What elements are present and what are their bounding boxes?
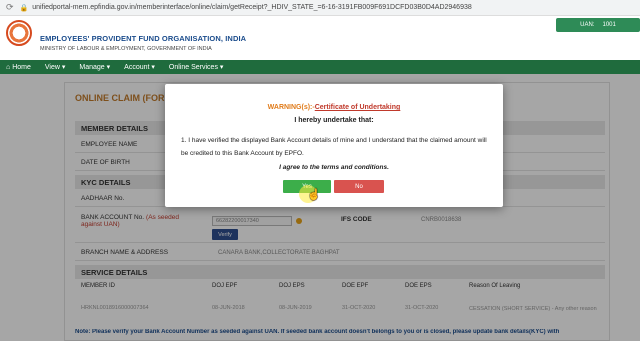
nav-home[interactable]: ⌂ Home (6, 64, 31, 71)
certificate-link: Certificate of Undertaking (314, 104, 401, 111)
no-button[interactable]: No (334, 180, 384, 193)
uan-label: UAN: (580, 22, 595, 28)
nav-online-services[interactable]: Online Services ▾ (169, 63, 223, 71)
url-text[interactable]: unifiedportal-mem.epfindia.gov.in/member… (32, 4, 472, 11)
reload-icon[interactable]: ⟳ (6, 2, 14, 13)
uan-menu-button[interactable]: UAN: 1001 (556, 18, 640, 32)
nav-view[interactable]: View ▾ (45, 63, 66, 71)
org-name: EMPLOYEES' PROVIDENT FUND ORGANISATION, … (40, 34, 247, 43)
dialog-title: WARNING(s):-Certificate of Undertaking (165, 104, 503, 111)
ministry-name: MINISTRY OF LABOUR & EMPLOYMENT, GOVERNM… (40, 46, 212, 52)
lock-icon: 🔒 (19, 4, 29, 12)
uan-value: 1001 (602, 22, 616, 28)
undertake-heading: I hereby undertake that: (294, 117, 374, 124)
main-nav: ⌂ Home View ▾ Manage ▾ Account ▾ Online … (0, 60, 640, 74)
warning-label: WARNING(s):- (267, 104, 315, 111)
undertaking-dialog: WARNING(s):-Certificate of Undertaking I… (165, 84, 503, 207)
nav-manage[interactable]: Manage ▾ (79, 63, 110, 71)
agree-terms-text: I agree to the terms and conditions. (279, 164, 389, 171)
site-header: EMPLOYEES' PROVIDENT FUND ORGANISATION, … (0, 16, 640, 60)
browser-address-bar[interactable]: ⟳ 🔒 unifiedportal-mem.epfindia.gov.in/me… (0, 0, 640, 16)
nav-account[interactable]: Account ▾ (124, 63, 155, 71)
undertaking-statement: 1. I have verified the displayed Bank Ac… (181, 137, 487, 157)
epfo-logo (6, 20, 32, 46)
pointer-cursor-icon: ☝ (307, 189, 321, 201)
